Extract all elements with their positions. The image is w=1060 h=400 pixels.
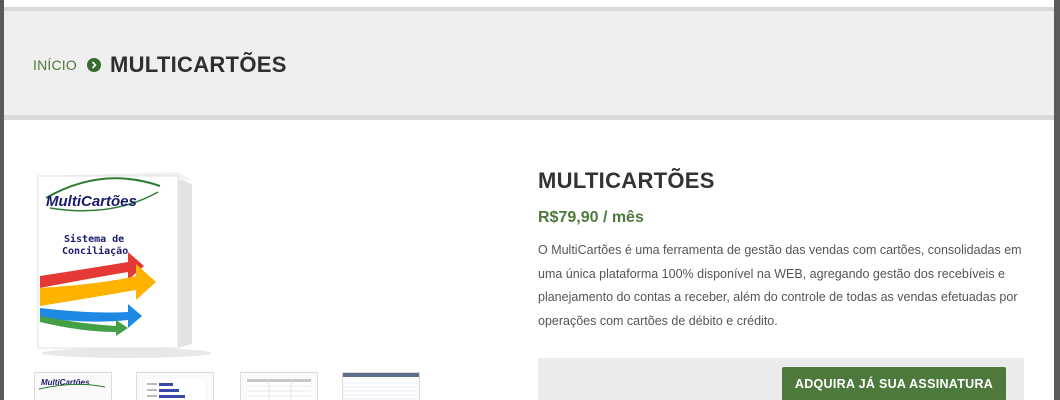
product-image-subtitle-2: Conciliação [62,245,128,257]
thumbnail-strip: MultiCartões [34,372,454,400]
breadcrumb-current: MULTICARTÕES [109,52,287,77]
page-frame: INÍCIO MULTICARTÕES MultiCartões Sistema… [4,0,1054,400]
subscribe-button[interactable]: ADQUIRA JÁ SUA ASSINATURA [782,367,1006,400]
thumbnail-bar-chart[interactable] [136,372,214,400]
thumbnail-spreadsheet[interactable] [342,372,420,400]
thumbnail-product-box[interactable]: MultiCartões [34,372,112,400]
purchase-panel: ADQUIRA JÁ SUA ASSINATURA [538,358,1024,400]
svg-text:MultiCartões: MultiCartões [41,378,90,387]
product-image[interactable]: MultiCartões Sistema de Conciliação [32,148,520,360]
product-title: MULTICARTÕES [538,168,715,193]
breadcrumb-home-link[interactable]: INÍCIO [33,57,77,73]
breadcrumb: INÍCIO MULTICARTÕES [33,52,287,78]
product-image-subtitle-1: Sistema de [64,233,124,245]
product-description: O MultiCartões é uma ferramenta de gestã… [538,243,1022,328]
product-image-brand: MultiCartões [46,193,137,210]
chevron-right-icon [86,58,101,72]
breadcrumb-divider [4,115,1054,120]
top-bar [4,0,1054,7]
product-price: R$79,90 / mês [538,209,644,226]
thumbnail-data-table[interactable] [240,372,318,400]
